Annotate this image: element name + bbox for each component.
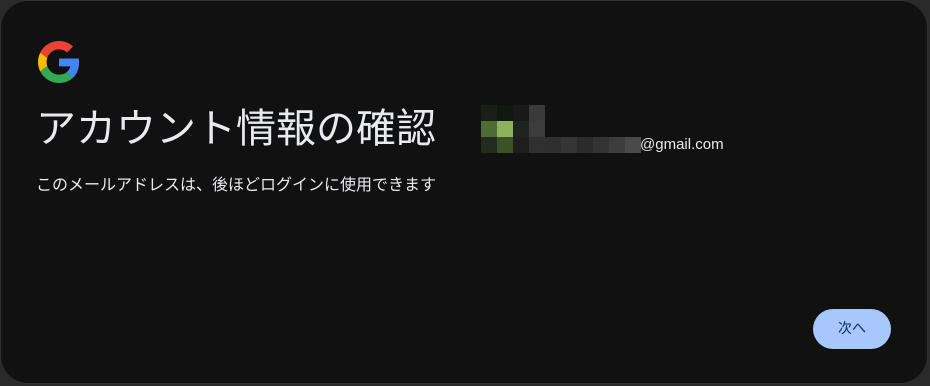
account-chip: @gmail.com xyxy=(481,105,741,153)
pixelated-avatar-icon xyxy=(481,105,545,153)
page-title: アカウント情報の確認 xyxy=(36,106,436,152)
dialog-description: このメールアドレスは、後ほどログインに使用できます xyxy=(36,175,437,194)
redacted-email-username xyxy=(545,137,641,153)
account-confirmation-dialog: アカウント情報の確認 このメールアドレスは、後ほどログインに使用できます @gm… xyxy=(0,0,928,384)
account-email: @gmail.com xyxy=(640,136,724,153)
google-g-icon xyxy=(38,41,80,83)
next-button[interactable]: 次へ xyxy=(813,309,891,349)
